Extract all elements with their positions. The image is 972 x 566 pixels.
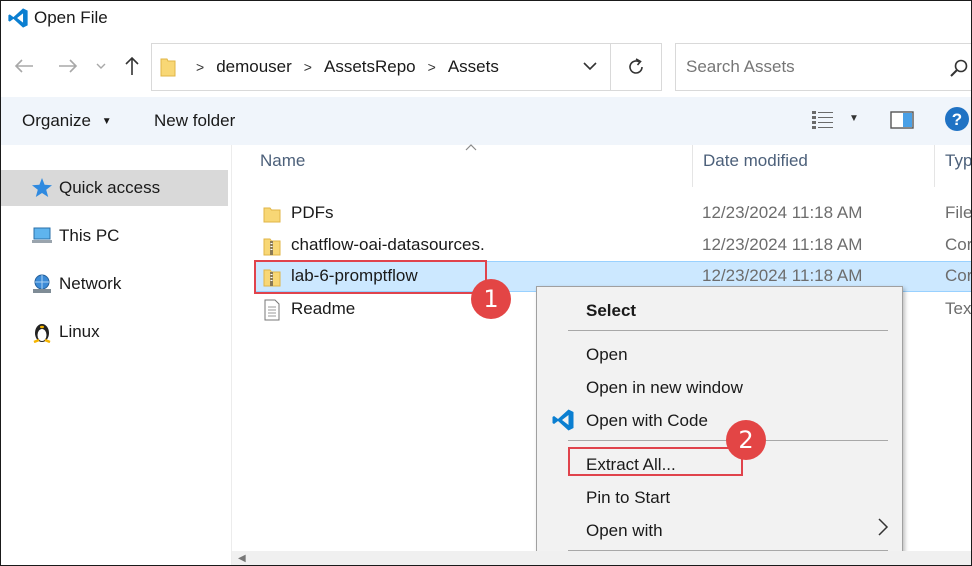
breadcrumb-separator-icon[interactable]: > (428, 59, 436, 75)
text-file-icon (264, 299, 280, 321)
open-file-dialog: Open File > demouser > AssetsRepo > Asse… (0, 0, 972, 566)
star-icon (31, 177, 53, 199)
back-arrow-icon[interactable] (9, 51, 39, 81)
column-divider[interactable] (934, 145, 935, 187)
breadcrumb-item-assets[interactable]: Assets (448, 57, 499, 77)
menu-item-open-new-window[interactable]: Open in new window (586, 378, 743, 398)
file-name: Readme (291, 299, 356, 318)
sidebar-item-linux[interactable]: Linux (1, 314, 228, 350)
up-arrow-icon[interactable] (117, 51, 147, 81)
menu-item-open[interactable]: Open (586, 345, 628, 365)
view-details-icon[interactable] (811, 109, 835, 131)
scroll-left-arrow-icon[interactable]: ◀ (238, 553, 246, 564)
view-options-caret-icon[interactable]: ▼ (849, 113, 859, 124)
menu-separator (568, 330, 888, 331)
help-icon[interactable]: ? (944, 106, 970, 132)
file-date: 12/23/2024 11:18 AM (702, 235, 863, 254)
column-header-date-modified[interactable]: Date modified (703, 151, 808, 171)
vscode-icon (8, 8, 28, 28)
search-box[interactable]: Search Assets (675, 43, 971, 91)
file-type: Cor (945, 235, 972, 254)
zip-folder-icon (263, 238, 281, 256)
svg-text:?: ? (952, 110, 962, 129)
column-divider[interactable] (692, 145, 693, 187)
command-bar: Organize ▼ New folder ▼ ? (1, 97, 971, 145)
column-header-name[interactable]: Name (260, 151, 305, 171)
sidebar-item-label: Quick access (59, 178, 161, 197)
file-type: Text (945, 299, 972, 318)
organize-button[interactable]: Organize ▼ (22, 111, 112, 131)
highlight-box-extract-all (568, 447, 743, 476)
file-row-pdfs[interactable]: PDFs 12/23/2024 11:18 AM File (254, 198, 972, 229)
callout-badge-1: 1 (471, 279, 511, 319)
vscode-icon (552, 409, 574, 431)
highlight-box-file (254, 260, 487, 294)
window-title: Open File (34, 8, 108, 27)
sidebar-item-label: Linux (59, 322, 100, 341)
breadcrumb: > demouser > AssetsRepo > Assets (184, 57, 499, 77)
file-type: File (945, 203, 972, 222)
search-icon[interactable] (949, 58, 969, 78)
refresh-button[interactable] (611, 43, 662, 91)
context-menu: Select Open Open in new window Open with… (536, 286, 903, 565)
callout-badge-2: 2 (726, 420, 766, 460)
folder-icon (263, 207, 281, 223)
horizontal-scrollbar[interactable]: ◀ (232, 551, 971, 565)
recent-locations-chevron-down-icon[interactable] (87, 51, 115, 81)
breadcrumb-separator-icon[interactable]: > (196, 59, 204, 75)
sort-ascending-caret-icon (465, 144, 477, 151)
folder-icon (160, 58, 176, 77)
file-name: PDFs (291, 203, 334, 222)
navigation-pane: Quick access This PC Network Linux (1, 145, 231, 565)
breadcrumb-separator-icon[interactable]: > (304, 59, 312, 75)
forward-arrow-icon[interactable] (53, 51, 83, 81)
file-type: Cor (945, 266, 972, 285)
submenu-arrow-icon (878, 518, 889, 536)
caret-down-icon: ▼ (101, 116, 112, 127)
title-bar: Open File (1, 1, 971, 35)
breadcrumb-item-assetsrepo[interactable]: AssetsRepo (324, 57, 416, 77)
breadcrumb-item-demouser[interactable]: demouser (216, 57, 292, 77)
menu-item-pin-to-start[interactable]: Pin to Start (586, 488, 670, 508)
computer-icon (31, 225, 53, 247)
column-header-type[interactable]: Typ (945, 151, 971, 171)
file-name: chatflow-oai-datasources. (291, 235, 485, 254)
sidebar-item-this-pc[interactable]: This PC (1, 218, 228, 254)
refresh-icon (629, 58, 643, 74)
linux-penguin-icon (31, 321, 53, 343)
preview-pane-icon[interactable] (889, 109, 915, 131)
menu-item-select[interactable]: Select (586, 301, 636, 321)
menu-item-open-with-code[interactable]: Open with Code (586, 411, 708, 431)
file-row-chatflow[interactable]: chatflow-oai-datasources. 12/23/2024 11:… (254, 230, 972, 261)
network-icon (31, 273, 53, 295)
sidebar-item-label: Network (59, 274, 122, 293)
sidebar-item-label: This PC (59, 226, 120, 245)
new-folder-button[interactable]: New folder (154, 111, 235, 131)
sidebar-item-quick-access[interactable]: Quick access (1, 170, 228, 206)
organize-label: Organize (22, 111, 91, 130)
file-date: 12/23/2024 11:18 AM (702, 203, 863, 222)
address-dropdown-chevron-icon[interactable] (582, 58, 598, 74)
address-bar[interactable]: > demouser > AssetsRepo > Assets (151, 43, 611, 91)
search-input[interactable]: Search Assets (686, 57, 795, 77)
pane-divider[interactable] (231, 145, 232, 565)
sidebar-item-network[interactable]: Network (1, 266, 228, 302)
menu-item-open-with[interactable]: Open with (586, 521, 663, 541)
file-date: 12/23/2024 11:18 AM (702, 266, 863, 285)
